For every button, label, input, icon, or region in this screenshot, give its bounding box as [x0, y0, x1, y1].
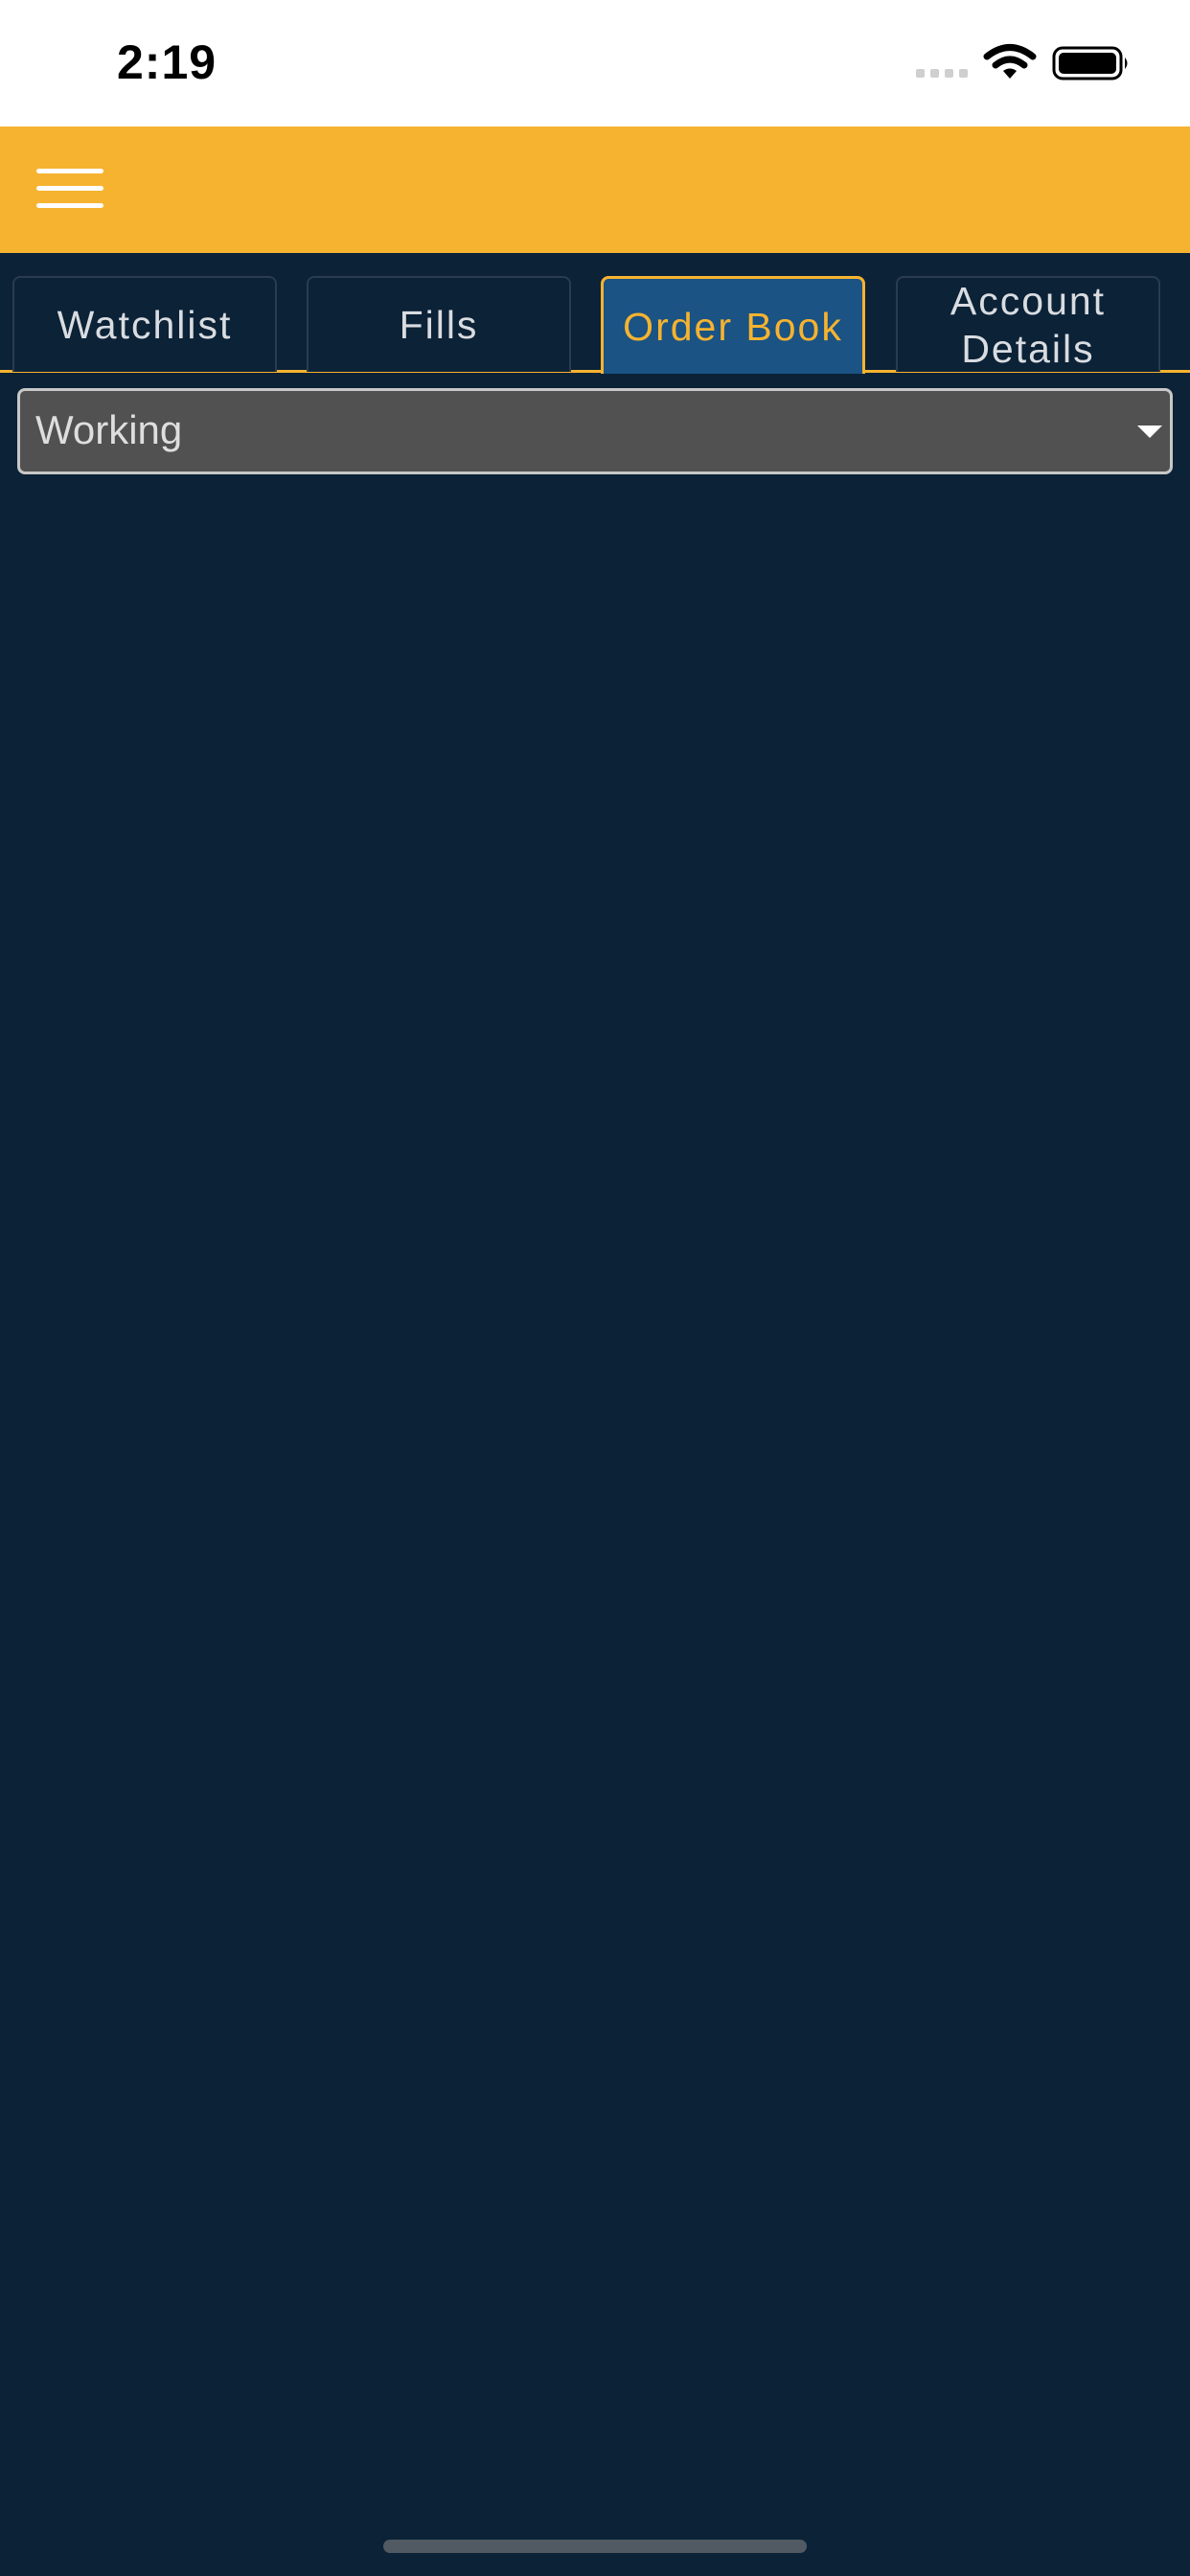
tab-order-book[interactable]: Order Book: [601, 276, 865, 374]
wifi-icon: [983, 44, 1037, 79]
app-header: [0, 126, 1190, 253]
hamburger-menu-icon[interactable]: [36, 169, 103, 211]
status-bar: 2:19: [0, 0, 1190, 126]
tab-watchlist[interactable]: Watchlist: [12, 276, 277, 372]
home-indicator[interactable]: [383, 2540, 807, 2553]
chevron-down-icon: [1137, 426, 1162, 438]
cellular-signal-icon: [916, 69, 968, 78]
order-book-list: [0, 489, 1190, 2530]
tab-account-details[interactable]: Account Details: [896, 276, 1160, 372]
tab-fills[interactable]: Fills: [307, 276, 571, 372]
status-time: 2:19: [117, 35, 217, 89]
order-status-dropdown[interactable]: Working: [17, 388, 1173, 474]
battery-icon: [1052, 46, 1128, 80]
dropdown-selected-value: Working: [35, 407, 183, 452]
